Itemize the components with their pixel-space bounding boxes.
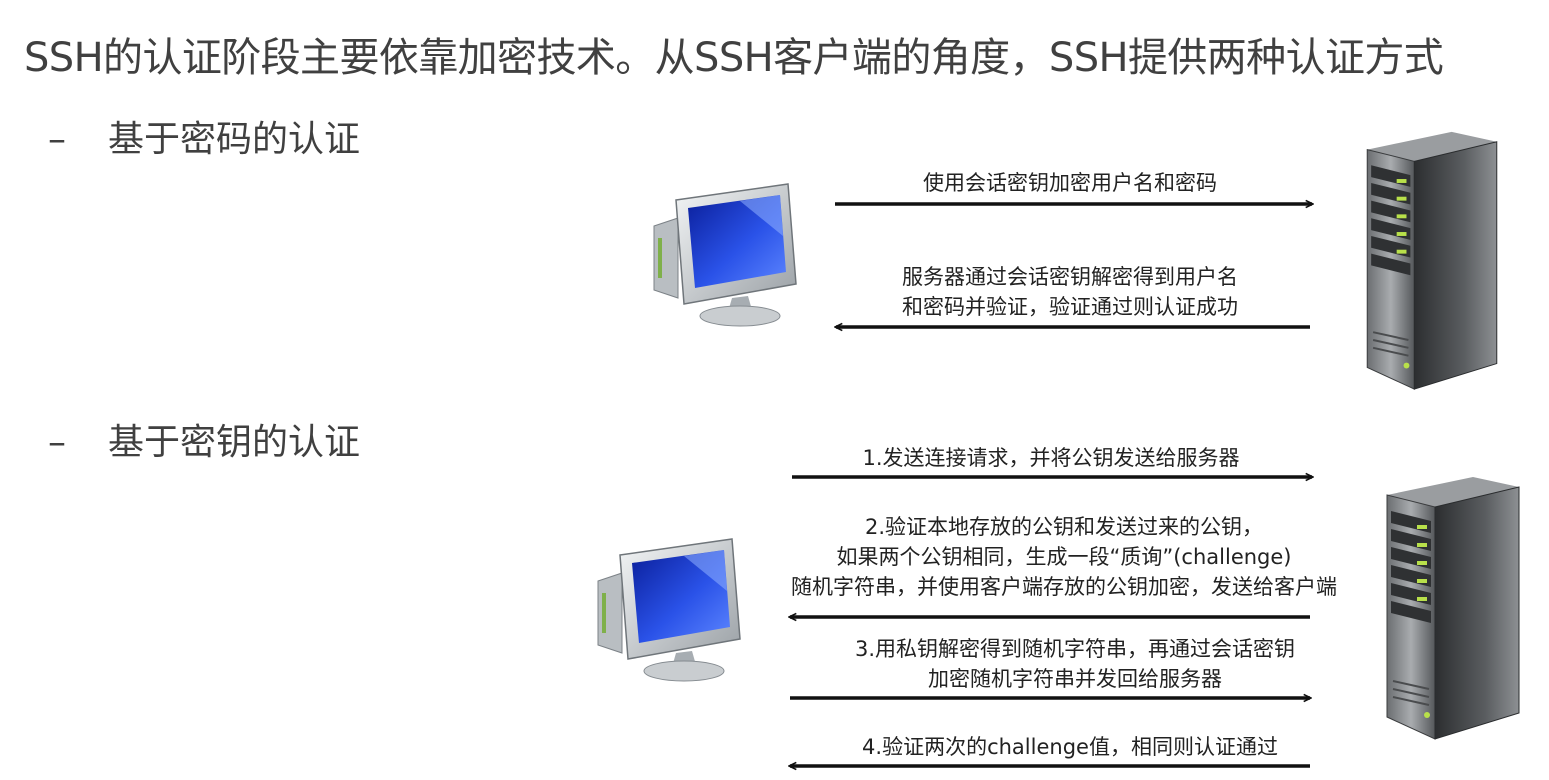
step-line: 1.发送连接请求，并将公钥发送给服务器: [862, 446, 1240, 470]
step-line: 和密码并验证，验证通过则认证成功: [902, 295, 1238, 319]
step-line: 如果两个公钥相同，生成一段“质询”(challenge): [836, 545, 1292, 569]
step-label: 使用会话密钥加密用户名和密码: [840, 168, 1300, 198]
step-label: 2.验证本地存放的公钥和发送过来的公钥， 如果两个公钥相同，生成一段“质询”(c…: [776, 512, 1352, 602]
step-line: 2.验证本地存放的公钥和发送过来的公钥，: [864, 515, 1264, 539]
server-icon: [1385, 475, 1521, 741]
step-line: 使用会话密钥加密用户名和密码: [923, 171, 1217, 195]
step-label: 服务器通过会话密钥解密得到用户名 和密码并验证，验证通过则认证成功: [840, 262, 1300, 322]
step-label: 1.发送连接请求，并将公钥发送给服务器: [796, 443, 1306, 473]
step-line: 3.用私钥解密得到随机字符串，再通过会话密钥: [854, 637, 1296, 661]
step-line: 随机字符串，并使用客户端存放的公钥加密，发送给客户端: [791, 575, 1337, 599]
server-icon: [1366, 130, 1498, 391]
step-line: 服务器通过会话密钥解密得到用户名: [902, 265, 1238, 289]
client-computer-icon: [653, 183, 797, 327]
step-label: 3.用私钥解密得到随机字符串，再通过会话密钥 加密随机字符串并发回给服务器: [800, 634, 1350, 694]
step-label: 4.验证两次的challenge值，相同则认证通过: [800, 732, 1340, 762]
client-computer-icon: [597, 538, 741, 682]
step-line: 加密随机字符串并发回给服务器: [928, 667, 1222, 691]
step-line: 4.验证两次的challenge值，相同则认证通过: [862, 735, 1278, 759]
